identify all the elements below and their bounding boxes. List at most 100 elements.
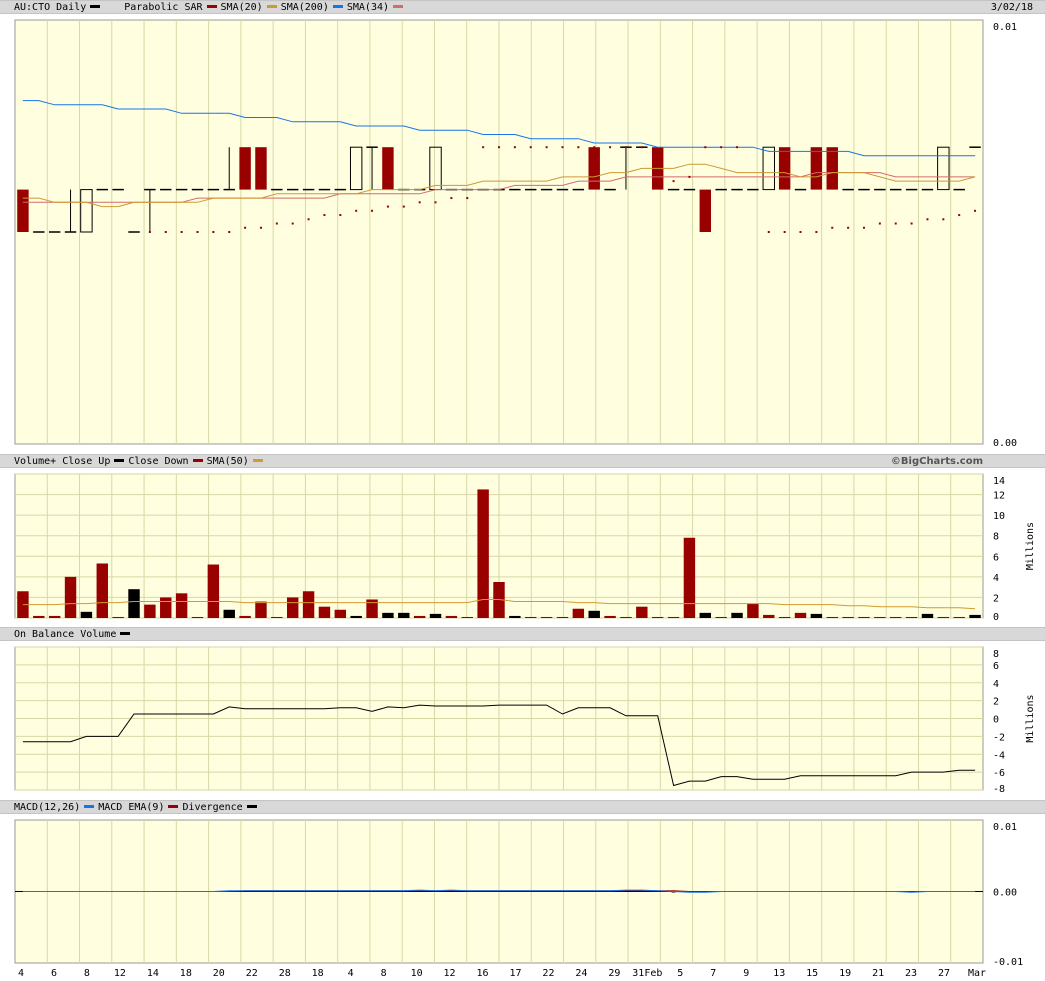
volume-bar bbox=[223, 609, 235, 618]
sar-dot bbox=[624, 146, 627, 149]
x-tick-label: 22 bbox=[246, 968, 258, 979]
x-tick-label: 20 bbox=[213, 968, 225, 979]
x-tick-label: 21 bbox=[872, 968, 884, 979]
vol-y-tick-label: 6 bbox=[993, 552, 999, 563]
vol-y-tick-label: 0 bbox=[993, 612, 999, 623]
volume-bar bbox=[890, 616, 902, 618]
sar-dot bbox=[688, 175, 691, 178]
volume-bar bbox=[778, 616, 791, 618]
volume-bar bbox=[271, 616, 283, 618]
volume-bar bbox=[144, 604, 156, 618]
candle-down bbox=[588, 147, 600, 190]
sar-dot bbox=[148, 231, 151, 233]
x-tick-label: 12 bbox=[444, 968, 456, 979]
volume-bar bbox=[80, 611, 93, 618]
x-tick-label: 19 bbox=[839, 968, 851, 979]
volume-bar bbox=[921, 613, 934, 618]
x-tick-label: 8 bbox=[381, 968, 387, 979]
sar-dot bbox=[799, 231, 802, 233]
sar-dot bbox=[529, 146, 532, 149]
x-tick-label: 18 bbox=[312, 968, 324, 979]
sar-dot bbox=[466, 197, 469, 200]
x-tick-label: 9 bbox=[743, 968, 749, 979]
sar-dot bbox=[164, 231, 167, 233]
sar-dot bbox=[878, 222, 881, 225]
x-tick-label: 27 bbox=[938, 968, 950, 979]
volume-bar bbox=[429, 613, 442, 618]
x-tick-label: 10 bbox=[411, 968, 423, 979]
volume-bar bbox=[64, 576, 77, 618]
volume-bar bbox=[810, 613, 823, 618]
volume-bar bbox=[667, 616, 680, 618]
sar-dot bbox=[355, 209, 358, 212]
volume-bar bbox=[477, 489, 489, 618]
volume-bar bbox=[905, 616, 918, 618]
sar-dot bbox=[386, 205, 389, 208]
volume-bar bbox=[207, 564, 220, 618]
x-tick-label: 14 bbox=[147, 968, 159, 979]
x-tick-label: 29 bbox=[608, 968, 620, 979]
obv-axis-title: Millions bbox=[1025, 694, 1036, 742]
sar-dot bbox=[609, 146, 612, 149]
sar-dot bbox=[180, 231, 183, 233]
volume-bar bbox=[175, 593, 188, 618]
volume-bar bbox=[128, 589, 140, 618]
sar-dot bbox=[212, 231, 215, 233]
macd-y-tick-label: 0.01 bbox=[993, 822, 1017, 833]
vol-axis-title: Millions bbox=[1025, 522, 1036, 570]
x-tick-label: 4 bbox=[18, 968, 24, 979]
sar-dot bbox=[196, 231, 199, 233]
sar-dot bbox=[815, 231, 818, 233]
sar-dot bbox=[894, 222, 897, 225]
volume-bar bbox=[620, 616, 632, 618]
volume-bar bbox=[858, 616, 870, 618]
volume-bar bbox=[953, 616, 965, 618]
x-tick-label: 23 bbox=[905, 968, 917, 979]
macd-y-tick-label: 0.00 bbox=[993, 888, 1017, 899]
stock-chart-svg: 0.010.001412108642086420-2-4-6-80.010.00… bbox=[14, 19, 1036, 979]
vol-y-tick-label: 8 bbox=[993, 532, 999, 543]
sar-dot bbox=[974, 209, 977, 212]
volume-bar bbox=[350, 615, 362, 618]
volume-bar bbox=[112, 616, 124, 618]
candle-down bbox=[778, 147, 791, 190]
volume-bar bbox=[398, 612, 410, 618]
vol-y-tick-label: 10 bbox=[993, 511, 1005, 522]
obv-y-tick-label: -2 bbox=[993, 732, 1005, 743]
volume-bar bbox=[509, 615, 521, 618]
sar-dot bbox=[656, 180, 659, 183]
sar-dot bbox=[958, 214, 961, 217]
sar-dot bbox=[593, 146, 596, 149]
sar-dot bbox=[640, 146, 643, 149]
volume-bar bbox=[747, 603, 759, 618]
x-tick-label: 5 bbox=[677, 968, 683, 979]
volume-bar bbox=[318, 606, 331, 618]
obv-y-tick-label: 0 bbox=[993, 715, 999, 726]
sar-dot bbox=[275, 222, 278, 225]
obv-y-tick-label: 6 bbox=[993, 661, 999, 672]
candle-down bbox=[810, 147, 823, 190]
x-tick-label: 15 bbox=[806, 968, 818, 979]
obv-y-tick-label: -4 bbox=[993, 750, 1005, 761]
sar-dot bbox=[482, 146, 485, 149]
sar-dot bbox=[736, 146, 739, 149]
volume-bar bbox=[731, 612, 743, 618]
volume-bar bbox=[160, 597, 172, 618]
price-y-tick-label: 0.00 bbox=[993, 438, 1017, 449]
x-tick-label: 16 bbox=[476, 968, 488, 979]
sar-dot bbox=[228, 231, 231, 233]
obv-y-tick-label: 2 bbox=[993, 697, 999, 708]
sar-dot bbox=[418, 201, 421, 204]
x-tick-label: 17 bbox=[509, 968, 521, 979]
volume-bar bbox=[588, 610, 600, 618]
sar-dot bbox=[847, 226, 850, 229]
volume-bar bbox=[255, 601, 267, 618]
volume-bar bbox=[874, 616, 886, 618]
volume-bar bbox=[96, 563, 108, 618]
sar-dot bbox=[434, 201, 437, 204]
vol-y-tick-label: 14 bbox=[993, 476, 1005, 487]
obv-y-tick-label: 4 bbox=[993, 679, 999, 690]
candle-down bbox=[699, 189, 712, 232]
volume-bar bbox=[651, 616, 664, 618]
vol-y-tick-label: 4 bbox=[993, 573, 999, 584]
